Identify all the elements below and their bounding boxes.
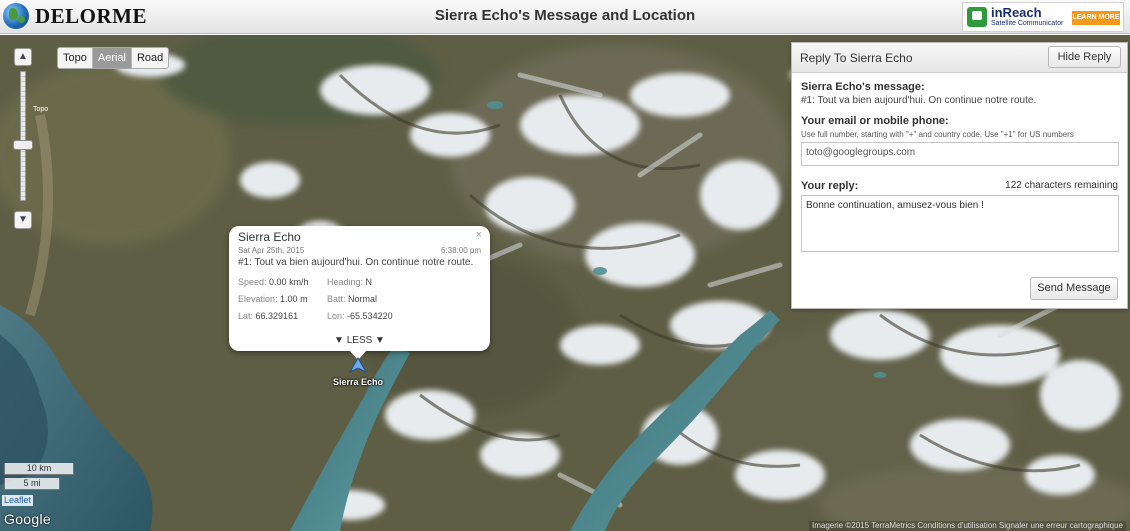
lon-value: -65.534220 [347, 311, 393, 321]
speed-label: Speed: [238, 277, 267, 287]
learn-more-button[interactable]: LEARN MORE [1072, 11, 1120, 25]
zoom-level-label: Topo [33, 106, 49, 113]
layer-topo[interactable]: Topo [58, 48, 92, 68]
zoom-slider-track[interactable] [20, 71, 26, 201]
zoom-out-button[interactable]: ▼ [14, 211, 32, 229]
contact-hint: Use full number, starting with "+" and c… [801, 130, 1074, 139]
lat-value: 66.329161 [255, 311, 299, 321]
lon-label: Lon: [327, 311, 345, 321]
popup-message: #1: Tout va bien aujourd'hui. On continu… [238, 257, 474, 268]
elevation-value: 1.00 m [280, 294, 308, 304]
scale-km: 10 km [4, 463, 74, 475]
marker-label: Sierra Echo [333, 377, 384, 387]
popup-date: Sat Apr 25th, 2015 [238, 246, 305, 255]
message-label: Sierra Echo's message: [801, 81, 925, 93]
reply-panel: Reply To Sierra Echo Hide Reply Sierra E… [791, 42, 1128, 309]
heading-value: N [365, 277, 373, 287]
promo-subtitle: Satellite Communicator [991, 19, 1064, 27]
layer-switcher: Topo Aerial Road [57, 47, 170, 69]
page-title: Sierra Echo's Message and Location [434, 7, 696, 24]
contact-input[interactable]: toto@googlegroups.com [801, 142, 1119, 166]
batt-value: Normal [348, 294, 378, 304]
reply-textarea[interactable]: Bonne continuation, amusez-vous bien ! [801, 195, 1119, 252]
less-toggle[interactable]: ▼ LESS ▼ [229, 335, 490, 346]
app-header: DELORME Sierra Echo's Message and Locati… [0, 0, 1130, 34]
scale-mi: 5 mi [4, 478, 60, 490]
popup-details: Speed: 0.00 km/h Heading: N Elevation: 1… [238, 277, 481, 321]
map-view[interactable]: Topo Aerial Road ▲ Topo ▼ 10 km 5 mi Lea… [0, 35, 1130, 531]
characters-remaining: 122 characters remaining [1005, 180, 1118, 191]
zoom-in-button[interactable]: ▲ [14, 48, 32, 66]
location-marker-icon[interactable] [349, 357, 367, 373]
leaflet-link[interactable]: Leaflet [2, 495, 34, 506]
promo-name: inReach [991, 4, 1042, 20]
speed-value: 0.00 km/h [269, 277, 309, 287]
message-text: #1: Tout va bien aujourd'hui. On continu… [801, 95, 1037, 106]
zoom-slider-handle[interactable] [13, 140, 33, 150]
reply-header: Reply To Sierra Echo Hide Reply [792, 43, 1127, 73]
map-attribution[interactable]: Imagerie ©2015 TerraMetrics Conditions d… [809, 521, 1126, 531]
batt-label: Batt: [327, 294, 346, 304]
inreach-banner[interactable]: inReach Satellite Communicator LEARN MOR… [962, 2, 1124, 32]
reply-label: Your reply: [801, 180, 859, 192]
contact-label: Your email or mobile phone: [801, 115, 949, 127]
heading-label: Heading: [327, 277, 364, 287]
send-message-button[interactable]: Send Message [1030, 277, 1118, 300]
reply-title: Reply To Sierra Echo [800, 51, 913, 65]
lat-label: Lat: [238, 311, 254, 321]
elevation-label: Elevation: [238, 294, 278, 304]
hide-reply-button[interactable]: Hide Reply [1048, 46, 1121, 68]
layer-road[interactable]: Road [130, 48, 168, 68]
popup-time: 6:38:00 pm [440, 246, 481, 255]
close-icon[interactable]: × [476, 229, 482, 241]
google-logo[interactable]: Google [4, 511, 51, 527]
location-popup: × Sierra Echo Sat Apr 25th, 2015 6:38:00… [229, 226, 490, 360]
layer-aerial[interactable]: Aerial [91, 48, 131, 68]
inreach-device-icon [967, 7, 987, 27]
popup-title: Sierra Echo [238, 230, 301, 244]
